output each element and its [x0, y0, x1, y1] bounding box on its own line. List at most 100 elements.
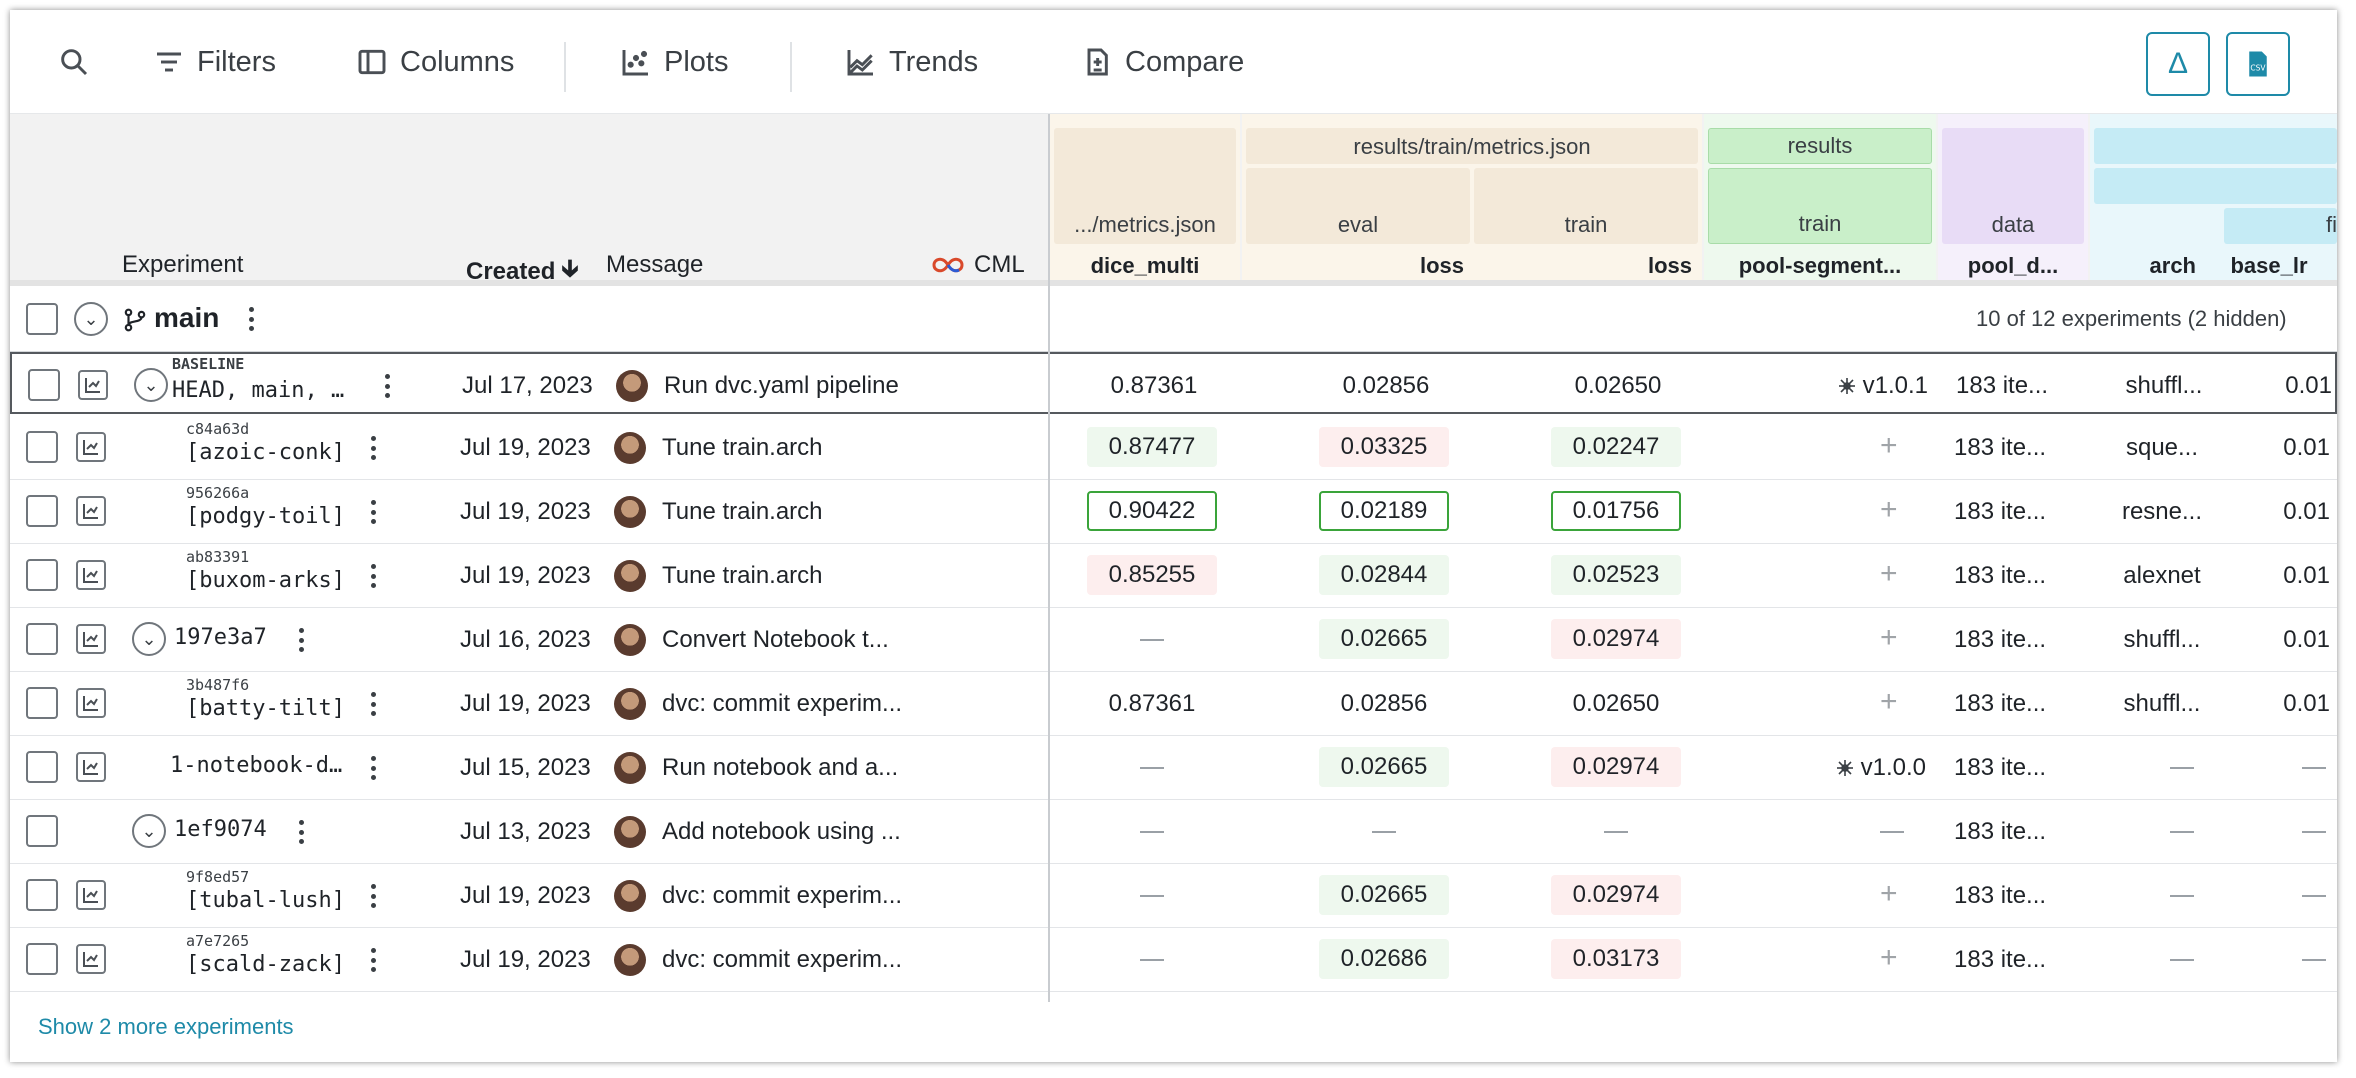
row-menu-kebab-icon[interactable]: [296, 817, 306, 847]
loss_train-value[interactable]: 0.03173: [1551, 939, 1681, 979]
experiment-name[interactable]: [buxom-arks]: [186, 568, 345, 593]
pool-segment-column-header[interactable]: pool-segment...: [1708, 250, 1932, 282]
plot-toggle-button[interactable]: [76, 624, 106, 654]
group-results-train-metrics[interactable]: results/train/metrics.json: [1246, 128, 1698, 164]
eval-loss-column-header[interactable]: loss: [1246, 250, 1464, 282]
select-checkbox[interactable]: [26, 815, 58, 847]
pool-d-value[interactable]: 183 ite...: [1954, 754, 2046, 782]
pool-d-value[interactable]: 183 ite...: [1954, 626, 2046, 654]
message-column-header[interactable]: Message: [606, 251, 703, 279]
experiment-row[interactable]: ⌄ 197e3a7 Jul 16, 2023 Convert Notebook t..…: [10, 608, 2337, 672]
select-checkbox[interactable]: [28, 369, 60, 401]
group-params-fi[interactable]: fi: [2224, 208, 2337, 244]
group-results[interactable]: results: [1708, 128, 1932, 164]
dice-value[interactable]: 0.87477: [1087, 427, 1217, 467]
expand-chevron-icon[interactable]: ⌄: [132, 814, 166, 848]
add-value-plus-icon[interactable]: +: [1880, 495, 1898, 525]
base-lr-column-header[interactable]: base_lr: [2206, 250, 2332, 282]
plot-toggle-button[interactable]: [78, 370, 108, 400]
dice-value[interactable]: 0.85255: [1087, 555, 1217, 595]
loss_eval-value[interactable]: 0.02844: [1319, 555, 1449, 595]
select-checkbox[interactable]: [26, 303, 58, 335]
train-loss-column-header[interactable]: loss: [1474, 250, 1692, 282]
pool-d-value[interactable]: 183 ite...: [1956, 372, 2048, 400]
experiment-row[interactable]: a7e7265 [scald-zack] Jul 19, 2023 dvc: comm…: [10, 928, 2337, 992]
experiment-row[interactable]: ab83391 [buxom-arks] Jul 19, 2023 Tune trai…: [10, 544, 2337, 608]
add-value-plus-icon[interactable]: +: [1880, 687, 1898, 717]
loss_eval-value[interactable]: 0.02856: [1319, 690, 1449, 718]
pool-d-column-header[interactable]: pool_d...: [1942, 250, 2084, 282]
loss_train-value[interactable]: 0.02650: [1551, 690, 1681, 718]
base-lr-value[interactable]: 0.01: [2260, 434, 2330, 462]
loss_train-value[interactable]: 0.02523: [1551, 555, 1681, 595]
row-menu-kebab-icon[interactable]: [368, 881, 378, 911]
arch-value[interactable]: shuffl...: [2102, 690, 2222, 718]
columns-button[interactable]: Columns: [356, 40, 514, 84]
loss_train-value[interactable]: 0.02974: [1551, 747, 1681, 787]
loss_train-value[interactable]: 0.01756: [1551, 491, 1681, 531]
collapse-chevron-icon[interactable]: ⌄: [74, 302, 108, 336]
loss_eval-value[interactable]: 0.02686: [1319, 939, 1449, 979]
loss_train-value[interactable]: 0.02247: [1551, 427, 1681, 467]
base-lr-value[interactable]: 0.01: [2260, 690, 2330, 718]
row-menu-kebab-icon[interactable]: [368, 497, 378, 527]
experiment-row[interactable]: 9f8ed57 [tubal-lush] Jul 19, 2023 dvc: comm…: [10, 864, 2337, 928]
plot-toggle-button[interactable]: [76, 688, 106, 718]
row-menu-kebab-icon[interactable]: [368, 433, 378, 463]
row-menu-kebab-icon[interactable]: [368, 945, 378, 975]
select-checkbox[interactable]: [26, 559, 58, 591]
arch-value[interactable]: shuffl...: [2104, 372, 2224, 400]
dice-value[interactable]: 0.87361: [1089, 372, 1219, 400]
experiment-name[interactable]: [batty-tilt]: [186, 696, 345, 721]
dice-multi-column-header[interactable]: dice_multi: [1056, 250, 1234, 282]
dice-value[interactable]: 0.87361: [1087, 690, 1217, 718]
group-params-top[interactable]: [2094, 128, 2337, 164]
experiment-name[interactable]: 197e3a7: [174, 625, 267, 650]
row-menu-kebab-icon[interactable]: [368, 689, 378, 719]
arch-value[interactable]: alexnet: [2102, 562, 2222, 590]
experiment-row[interactable]: ⌄ BASELINE HEAD, main, … Jul 17, 2023 Run dv…: [10, 352, 2337, 414]
arch-value[interactable]: resne...: [2102, 498, 2222, 526]
plot-toggle-button[interactable]: [76, 560, 106, 590]
add-value-plus-icon[interactable]: +: [1880, 431, 1898, 461]
experiment-name[interactable]: [azoic-conk]: [186, 440, 345, 465]
group-data[interactable]: data: [1942, 128, 2084, 244]
row-menu-kebab-icon[interactable]: [368, 753, 378, 783]
loss_eval-value[interactable]: 0.02665: [1319, 875, 1449, 915]
select-checkbox[interactable]: [26, 687, 58, 719]
plot-toggle-button[interactable]: [76, 432, 106, 462]
group-train[interactable]: train: [1474, 168, 1698, 244]
base-lr-value[interactable]: 0.01: [2260, 626, 2330, 654]
dice-value[interactable]: 0.90422: [1087, 491, 1217, 531]
pool-d-value[interactable]: 183 ite...: [1954, 498, 2046, 526]
select-checkbox[interactable]: [26, 495, 58, 527]
expand-chevron-icon[interactable]: ⌄: [132, 622, 166, 656]
pool-segment-version[interactable]: v1.0.1: [1802, 372, 1928, 400]
experiment-name[interactable]: [tubal-lush]: [186, 888, 345, 913]
experiment-column-header[interactable]: Experiment: [122, 251, 243, 279]
plot-toggle-button[interactable]: [76, 944, 106, 974]
add-value-plus-icon[interactable]: +: [1880, 623, 1898, 653]
plot-toggle-button[interactable]: [76, 496, 106, 526]
base-lr-value[interactable]: 0.01: [2260, 498, 2330, 526]
group-params-mid[interactable]: [2094, 168, 2337, 204]
compare-button[interactable]: Compare: [1081, 40, 1244, 84]
pool-d-value[interactable]: 183 ite...: [1954, 690, 2046, 718]
export-csv-button[interactable]: CSV: [2226, 32, 2290, 96]
loss_eval-value[interactable]: 0.02665: [1319, 747, 1449, 787]
experiment-name[interactable]: 1-notebook-d…: [170, 753, 342, 778]
experiment-row[interactable]: 1-notebook-d… Jul 15, 2023 Run notebook an…: [10, 736, 2337, 800]
base-lr-value[interactable]: 0.01: [2260, 562, 2330, 590]
arch-column-header[interactable]: arch: [2094, 250, 2196, 282]
plot-toggle-button[interactable]: [76, 752, 106, 782]
experiment-name[interactable]: HEAD, main, …: [172, 378, 344, 403]
pool-segment-version[interactable]: v1.0.0: [1800, 754, 1926, 782]
cml-column-header[interactable]: CML: [930, 251, 1025, 279]
show-more-experiments-link[interactable]: Show 2 more experiments: [38, 1014, 294, 1040]
loss_train-value[interactable]: 0.02650: [1553, 372, 1683, 400]
plot-toggle-button[interactable]: [76, 880, 106, 910]
branch-menu-kebab-icon[interactable]: [246, 304, 256, 334]
experiment-name[interactable]: [podgy-toil]: [186, 504, 345, 529]
loss_train-value[interactable]: 0.02974: [1551, 619, 1681, 659]
add-value-plus-icon[interactable]: +: [1880, 559, 1898, 589]
